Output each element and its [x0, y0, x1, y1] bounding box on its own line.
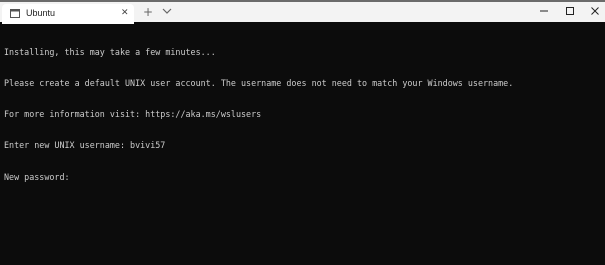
- tab-title: Ubuntu: [26, 8, 56, 18]
- close-icon[interactable]: ✕: [121, 7, 129, 19]
- chevron-down-icon[interactable]: [162, 6, 172, 16]
- close-window-icon[interactable]: [589, 5, 601, 17]
- terminal-line: Please create a default UNIX user accoun…: [4, 78, 514, 89]
- terminal-window: Ubuntu ✕ + Installing, this may take a f…: [0, 0, 605, 265]
- terminal-line: For more information visit: https://aka.…: [4, 109, 262, 120]
- tab-ubuntu[interactable]: Ubuntu ✕: [2, 4, 134, 24]
- terminal-line: Enter new UNIX username: bvivi57: [4, 140, 166, 151]
- terminal-prompt-line: New password:: [4, 171, 70, 182]
- tab-bar: Ubuntu ✕ +: [0, 0, 605, 24]
- terminal-icon: [10, 9, 20, 18]
- terminal-line: Installing, this may take a few minutes.…: [4, 46, 216, 57]
- maximize-icon[interactable]: [564, 5, 576, 17]
- plus-icon[interactable]: +: [143, 5, 153, 19]
- minimize-icon[interactable]: [538, 5, 550, 17]
- terminal-output[interactable]: Installing, this may take a few minutes.…: [4, 26, 601, 203]
